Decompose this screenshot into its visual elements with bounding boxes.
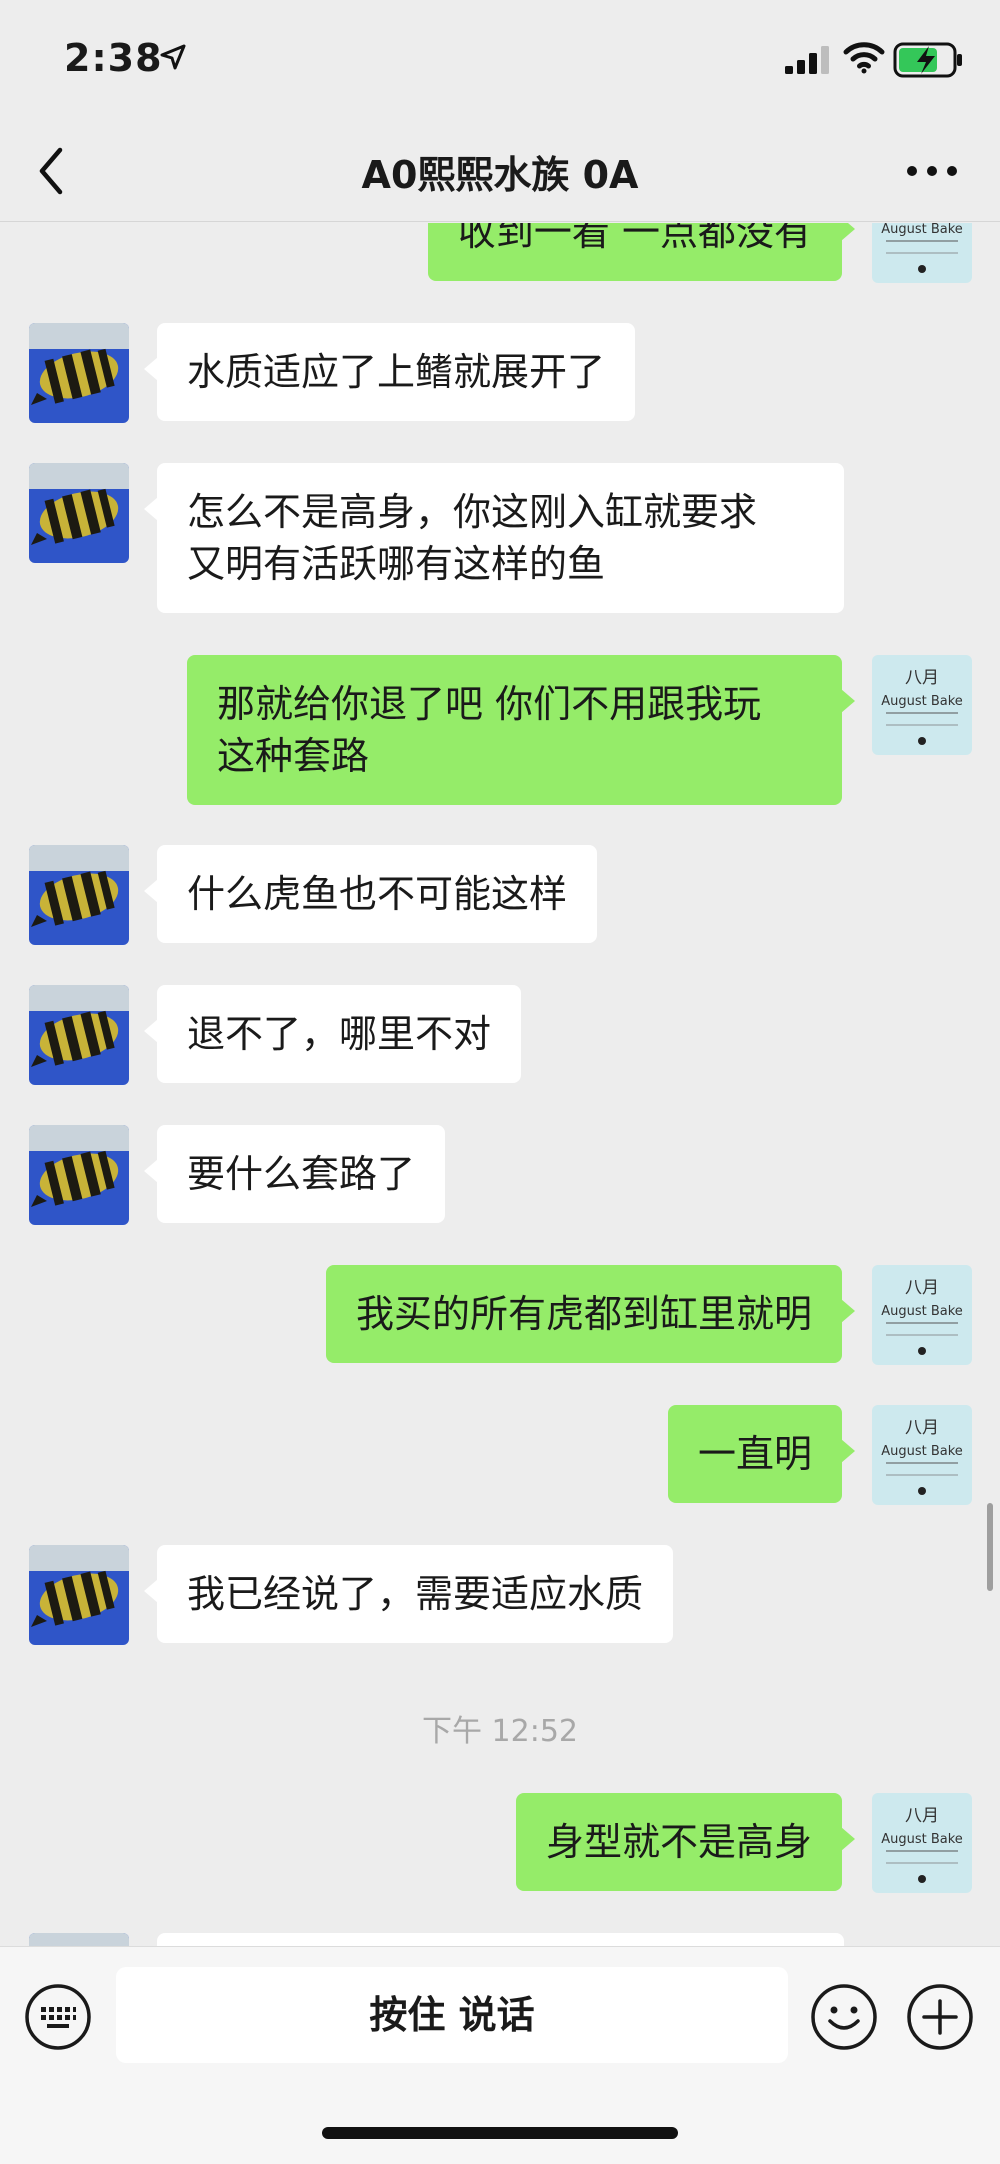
my-avatar[interactable]: 八月 August Bake xyxy=(872,655,972,755)
message-bubble-incoming[interactable]: 什么虎鱼也不可能这样 xyxy=(143,845,598,943)
message-bubble-outgoing[interactable]: 那就给你退了吧 你们不用跟我玩 这种套路 xyxy=(187,655,855,805)
tiger-fish-avatar-icon xyxy=(29,1125,129,1225)
status-bar: 2:38 xyxy=(0,0,1000,120)
tiger-fish-avatar-icon xyxy=(29,1545,129,1645)
svg-text:八月: 八月 xyxy=(905,1278,939,1298)
message-timestamp: 下午 12:52 xyxy=(422,1714,578,1749)
svg-text:August Bake: August Bake xyxy=(881,694,963,709)
emoji-icon[interactable] xyxy=(810,1983,878,2051)
nav-bar: A0熙熙水族 0A xyxy=(0,120,1000,222)
svg-text:August Bake: August Bake xyxy=(881,223,963,237)
chat-input-bar: 按住 说话 xyxy=(0,1946,1000,2164)
contact-avatar[interactable] xyxy=(29,323,129,423)
hold-to-talk-button[interactable]: 按住 说话 xyxy=(116,1967,788,2063)
contact-avatar[interactable] xyxy=(29,1545,129,1645)
svg-text:August Bake: August Bake xyxy=(881,1832,963,1847)
message-bubble-incoming[interactable]: 退不了，哪里不对 xyxy=(143,985,522,1083)
tiger-fish-avatar-icon xyxy=(29,323,129,423)
message-bubble-incoming[interactable] xyxy=(157,1933,844,1946)
svg-text:August Bake: August Bake xyxy=(881,1304,963,1319)
my-avatar[interactable]: 八月 August Bake xyxy=(872,1265,972,1365)
plus-icon[interactable] xyxy=(906,1983,974,2051)
august-bakery-logo-icon: 八月 August Bake xyxy=(872,1793,972,1893)
tiger-fish-avatar-icon xyxy=(29,463,129,563)
keyboard-icon[interactable] xyxy=(24,1983,92,2051)
august-bakery-logo-icon: 八月 August Bake xyxy=(872,1405,972,1505)
tiger-fish-avatar-icon xyxy=(29,985,129,1085)
svg-text:August Bake: August Bake xyxy=(881,1444,963,1459)
message-bubble-incoming[interactable]: 怎么不是高身，你这刚入缸就要求 又明有活跃哪有这样的鱼 xyxy=(144,463,844,613)
message-bubble-incoming[interactable]: 我已经说了，需要适应水质 xyxy=(143,1545,674,1643)
my-avatar[interactable]: 八月 August Bake xyxy=(872,1793,972,1893)
message-bubble-outgoing[interactable]: 我买的所有虎都到缸里就明 xyxy=(325,1265,856,1363)
wifi-icon xyxy=(843,42,885,74)
tiger-fish-avatar-icon xyxy=(29,1933,129,1946)
contact-avatar[interactable] xyxy=(29,1933,129,1946)
status-time: 2:38 xyxy=(64,36,163,80)
cellular-signal-icon xyxy=(785,46,829,74)
more-dots-icon[interactable] xyxy=(902,156,962,186)
svg-text:八月: 八月 xyxy=(905,1418,939,1438)
august-bakery-logo-icon: 八月 August Bake xyxy=(872,1265,972,1365)
chat-message-list[interactable]: 收到一看 一点都没有 八月 August Bake xyxy=(0,223,1000,1946)
battery-charging-icon xyxy=(893,42,962,78)
chat-title: A0熙熙水族 0A xyxy=(361,153,639,197)
scroll-indicator[interactable] xyxy=(987,1503,993,1591)
message-bubble-incoming[interactable]: 水质适应了上鳍就展开了 xyxy=(143,323,636,421)
contact-avatar[interactable] xyxy=(29,1125,129,1225)
message-bubble-outgoing[interactable]: 身型就不是高身 xyxy=(515,1793,856,1891)
svg-text:八月: 八月 xyxy=(905,668,939,688)
svg-text:八月: 八月 xyxy=(905,1806,939,1826)
august-bakery-logo-icon: 八月 August Bake xyxy=(872,655,972,755)
location-arrow-icon xyxy=(160,44,186,70)
chevron-left-icon[interactable] xyxy=(32,144,72,198)
message-bubble-outgoing[interactable]: 一直明 xyxy=(667,1405,856,1503)
message-bubble-incoming[interactable]: 要什么套路了 xyxy=(143,1125,446,1223)
my-avatar[interactable]: 八月 August Bake xyxy=(872,1405,972,1505)
tiger-fish-avatar-icon xyxy=(29,845,129,945)
my-avatar[interactable]: 八月 August Bake xyxy=(872,223,972,283)
message-bubble-outgoing[interactable]: 收到一看 一点都没有 xyxy=(427,223,856,281)
august-bakery-logo-icon: 八月 August Bake xyxy=(872,223,972,283)
home-indicator[interactable] xyxy=(322,2127,678,2139)
contact-avatar[interactable] xyxy=(29,463,129,563)
contact-avatar[interactable] xyxy=(29,985,129,1085)
contact-avatar[interactable] xyxy=(29,845,129,945)
